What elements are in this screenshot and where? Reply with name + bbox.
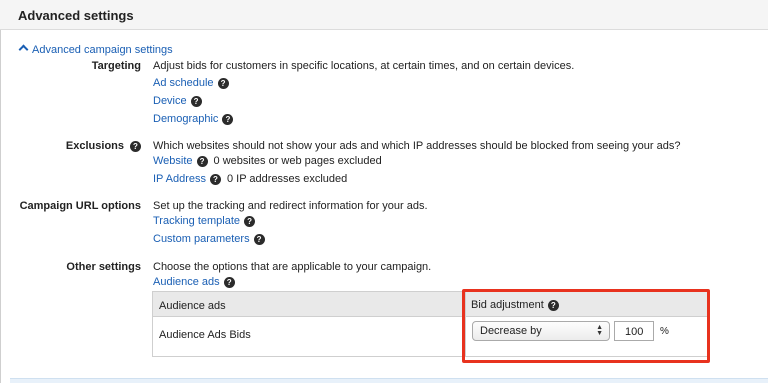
ad-schedule-item: Ad schedule?	[153, 77, 229, 89]
custom-parameters-link[interactable]: Custom parameters	[153, 233, 250, 245]
exclusions-label: Exclusions	[65, 140, 124, 152]
ad-schedule-link[interactable]: Ad schedule	[153, 77, 214, 89]
page-title: Advanced settings	[18, 8, 134, 23]
help-icon[interactable]: ?	[244, 215, 256, 227]
help-icon[interactable]: ?	[130, 140, 141, 152]
next-section-bar	[10, 378, 768, 383]
url-options-label: Campaign URL options	[19, 200, 141, 212]
other-settings-description: Choose the options that are applicable t…	[153, 261, 432, 273]
help-icon[interactable]: ?	[210, 173, 221, 185]
demographic-item: Demographic?	[153, 113, 234, 125]
help-icon[interactable]: ?	[196, 155, 208, 167]
column-header-audience-ads: Audience ads	[159, 300, 226, 312]
table-row-label: Audience Ads Bids	[159, 329, 251, 341]
url-options-description: Set up the tracking and redirect informa…	[153, 200, 428, 212]
audience-ads-link[interactable]: Audience ads	[153, 276, 220, 288]
advanced-campaign-settings-toggle[interactable]: Advanced campaign settings	[18, 44, 173, 56]
help-icon[interactable]: ?	[253, 233, 265, 245]
ip-status: 0 IP addresses excluded	[227, 173, 348, 185]
advanced-settings-header: Advanced settings	[0, 0, 768, 30]
other-settings-label: Other settings	[66, 261, 141, 273]
toggle-label: Advanced campaign settings	[32, 44, 173, 56]
help-icon[interactable]: ?	[222, 113, 234, 125]
device-link[interactable]: Device	[153, 95, 187, 107]
tracking-template-item: Tracking template?	[153, 215, 256, 227]
exclusions-description: Which websites should not show your ads …	[153, 140, 681, 152]
device-item: Device?	[153, 95, 202, 107]
targeting-label: Targeting	[91, 60, 141, 72]
tracking-template-link[interactable]: Tracking template	[153, 215, 240, 227]
audience-ads-item: Audience ads?	[153, 276, 235, 288]
panel-border	[0, 30, 1, 383]
highlight-box	[462, 289, 710, 363]
help-icon[interactable]: ?	[217, 77, 229, 89]
custom-parameters-item: Custom parameters?	[153, 233, 265, 245]
demographic-link[interactable]: Demographic	[153, 113, 218, 125]
website-item: Website? 0 websites or web pages excluded	[153, 155, 382, 167]
chevron-up-icon	[18, 44, 29, 55]
help-icon[interactable]: ?	[223, 276, 235, 288]
ip-address-item: IP Address? 0 IP addresses excluded	[153, 173, 347, 185]
ip-address-link[interactable]: IP Address	[153, 173, 206, 185]
website-status: 0 websites or web pages excluded	[213, 155, 382, 167]
exclusions-label-wrap: Exclusions?	[66, 140, 141, 152]
help-icon[interactable]: ?	[190, 95, 202, 107]
website-link[interactable]: Website	[153, 155, 193, 167]
targeting-description: Adjust bids for customers in specific lo…	[153, 60, 575, 72]
